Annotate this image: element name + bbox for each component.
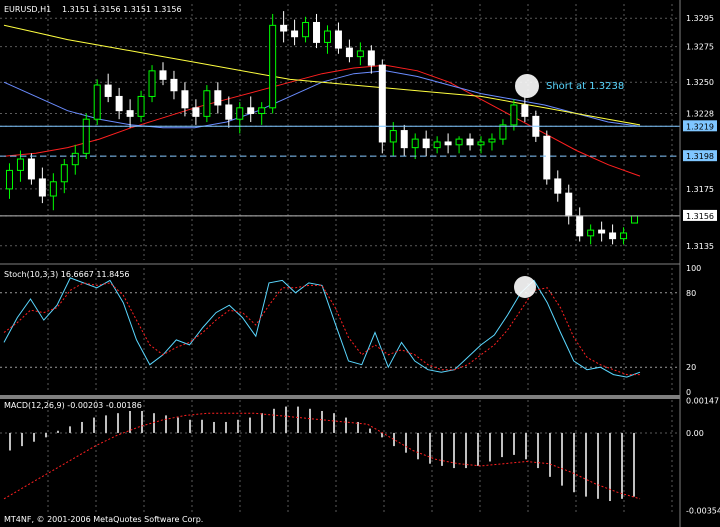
candle-body	[225, 104, 233, 120]
macd-header: MACD(12,26,9) -0.00203 -0.00186	[4, 401, 142, 410]
price-tick-label: 1.3198	[686, 152, 714, 161]
candle-body	[38, 178, 46, 197]
candle-body	[302, 21, 310, 38]
candle-body	[598, 229, 606, 234]
price-tick-label: 1.3156	[686, 212, 714, 221]
candle-body	[576, 215, 584, 237]
price-tick-label: 1.3175	[686, 185, 714, 194]
candle-body	[71, 152, 79, 166]
candle-body	[60, 164, 68, 183]
price-tick-label: 1.3295	[686, 14, 714, 23]
candle-body	[422, 138, 430, 149]
stoch-tick-label: 0	[686, 388, 691, 397]
candle-body	[170, 78, 178, 92]
candle-body	[126, 110, 134, 117]
candle-body	[137, 95, 145, 117]
candle-body	[444, 141, 452, 146]
candle-body	[258, 107, 266, 115]
copyright-footer: MT4NF, © 2001-2006 MetaQuotes Software C…	[4, 515, 203, 524]
candle-body	[411, 138, 419, 149]
price-tick-label: 1.3275	[686, 43, 714, 52]
candle-body	[93, 84, 101, 120]
candle-body	[181, 90, 189, 109]
candle-body	[587, 229, 595, 237]
candle-body	[565, 192, 573, 217]
candle-body	[510, 104, 518, 126]
stoch-panel-separator[interactable]	[0, 395, 680, 399]
candle-body	[280, 24, 288, 32]
candle-body	[236, 107, 244, 120]
candle-body	[389, 130, 397, 143]
candle-body	[5, 169, 13, 190]
candle-body	[455, 138, 463, 146]
price-tick-label: 1.3250	[686, 78, 714, 87]
macd-tick-label: 0.00147	[686, 397, 719, 406]
stoch-tick-label: 20	[686, 363, 696, 372]
candle-body	[631, 215, 639, 224]
candle-body	[488, 138, 496, 143]
candle-body	[214, 90, 222, 106]
stoch-tick-label: 100	[686, 264, 701, 273]
candle-body	[313, 21, 321, 43]
stoch-tick-label: 80	[686, 289, 696, 298]
macd-tick-label: -0.00354	[686, 507, 720, 516]
candle-body	[378, 64, 386, 143]
short-entry-highlight	[515, 74, 539, 98]
candle-body	[104, 84, 112, 97]
candle-body	[247, 107, 255, 115]
chart-header-symbol: EURUSD,H1	[4, 5, 51, 14]
candle-body	[82, 118, 90, 154]
macd-tick-label: 0.00	[686, 429, 704, 438]
candle-body	[400, 130, 408, 149]
candle-body	[543, 135, 551, 180]
chart-header-ohlc: 1.3151 1.3156 1.3151 1.3156	[62, 5, 182, 14]
stoch-peak-highlight	[514, 276, 536, 298]
candle-body	[356, 50, 364, 58]
trading-chart-window: 1.3295 1.3275 1.3250 1.3228 1.3219 1.3198 1.31…	[0, 0, 720, 527]
stoch-header: Stoch(10,3,3) 16.6667 11.8456	[4, 270, 130, 279]
candle-body	[609, 232, 617, 240]
price-tick-label: 1.3219	[686, 122, 714, 131]
candle-body	[620, 232, 628, 240]
candle-body	[466, 138, 474, 146]
candle-body	[16, 158, 24, 171]
candle-body	[203, 90, 211, 117]
candle-body	[433, 141, 441, 149]
candle-body	[345, 47, 353, 58]
candle-body	[115, 95, 123, 112]
candle-body	[367, 50, 375, 66]
candle-body	[323, 30, 331, 43]
candle-body	[148, 70, 156, 97]
candle-body	[499, 124, 507, 140]
candle-body	[192, 107, 200, 117]
short-entry-annotation: Short at 1.3238	[546, 81, 624, 92]
price-tick-label: 1.3228	[686, 110, 714, 119]
candle-body	[49, 181, 57, 197]
candle-body	[554, 178, 562, 194]
candle-body	[477, 141, 485, 146]
candle-body	[334, 30, 342, 49]
candle-body	[521, 104, 529, 117]
price-tick-label: 1.3135	[686, 242, 714, 251]
candle-body	[27, 158, 35, 180]
candle-body	[291, 30, 299, 38]
candle-body	[159, 70, 167, 80]
chart-canvas[interactable]: 1.3295 1.3275 1.3250 1.3228 1.3219 1.3198 1.31…	[0, 0, 720, 527]
candle-body	[269, 24, 277, 109]
